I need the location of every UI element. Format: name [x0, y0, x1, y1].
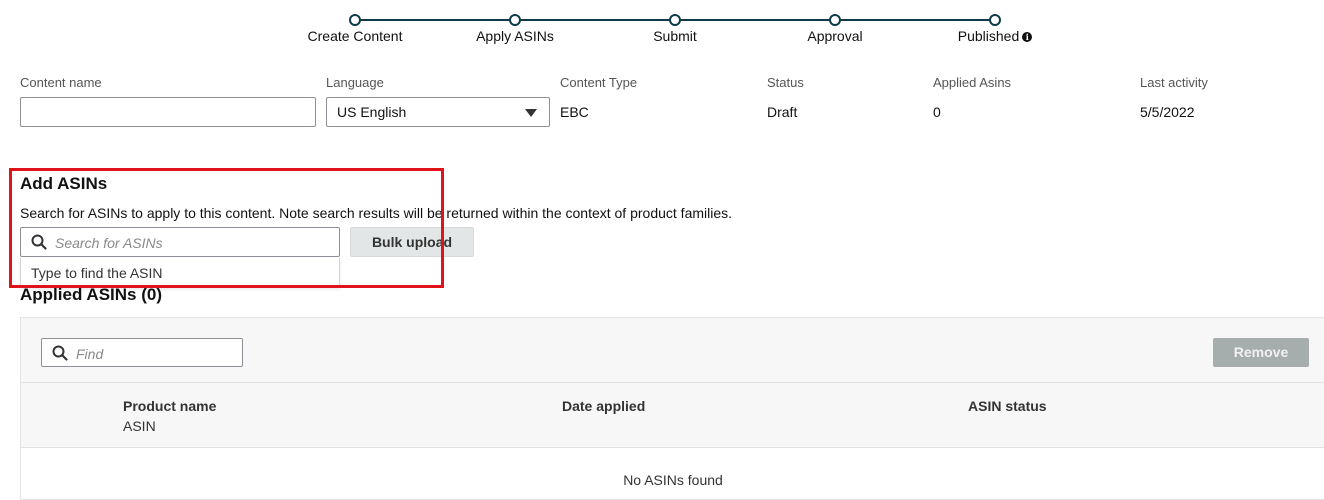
dropdown-caret-icon [525, 109, 537, 117]
step-label-text: Published [957, 28, 1020, 44]
step-label: Approval [807, 28, 863, 44]
status-value: Draft [767, 104, 798, 120]
progress-stepper: Create Content Apply ASINs Submit Approv… [0, 0, 1324, 50]
step-dot [349, 14, 361, 26]
language-select-value: US English [337, 104, 407, 120]
step-label: Apply ASINs [476, 28, 554, 44]
content-type-value: EBC [560, 104, 589, 120]
content-name-input[interactable] [20, 97, 316, 127]
applied-asins-value: 0 [933, 104, 941, 120]
step-submit: Submit [595, 14, 755, 44]
applied-asins-label: Applied Asins [933, 75, 1012, 90]
column-asin: ASIN [123, 418, 156, 434]
table-header: Product name ASIN Date applied ASIN stat… [21, 383, 1324, 448]
step-dot [509, 14, 521, 26]
column-date-applied[interactable]: Date applied [562, 398, 645, 414]
step-published: Published i [915, 14, 1075, 44]
content-type-label: Content Type [560, 75, 638, 90]
language-select[interactable]: US English [326, 97, 550, 127]
step-create-content: Create Content [275, 14, 435, 44]
step-label: Submit [653, 28, 697, 44]
search-icon [52, 345, 68, 361]
step-approval: Approval [755, 14, 915, 44]
status-label: Status [767, 75, 804, 90]
find-input[interactable]: Find [41, 338, 243, 367]
step-dot [669, 14, 681, 26]
find-placeholder: Find [76, 346, 104, 362]
step-label: Published i [915, 28, 1075, 44]
last-activity-value: 5/5/2022 [1140, 104, 1195, 120]
language-label: Language [326, 75, 384, 90]
step-label: Create Content [307, 28, 403, 44]
last-activity-label: Last activity [1140, 75, 1208, 90]
step-dot [829, 14, 841, 26]
column-product-name[interactable]: Product name [123, 398, 216, 414]
column-asin-status[interactable]: ASIN status [968, 398, 1047, 414]
applied-asins-title: Applied ASINs (0) [20, 285, 162, 304]
empty-state-message: No ASINs found [623, 472, 723, 488]
step-apply-asins: Apply ASINs [435, 14, 595, 44]
applied-asins-table: Find Remove Product name ASIN Date appli… [20, 317, 1324, 500]
info-icon[interactable]: i [1022, 32, 1033, 42]
remove-button[interactable]: Remove [1213, 338, 1309, 367]
highlight-annotation-box [9, 168, 444, 288]
table-toolbar: Find Remove [21, 318, 1324, 383]
content-name-label: Content name [20, 75, 102, 90]
step-dot [989, 14, 1001, 26]
